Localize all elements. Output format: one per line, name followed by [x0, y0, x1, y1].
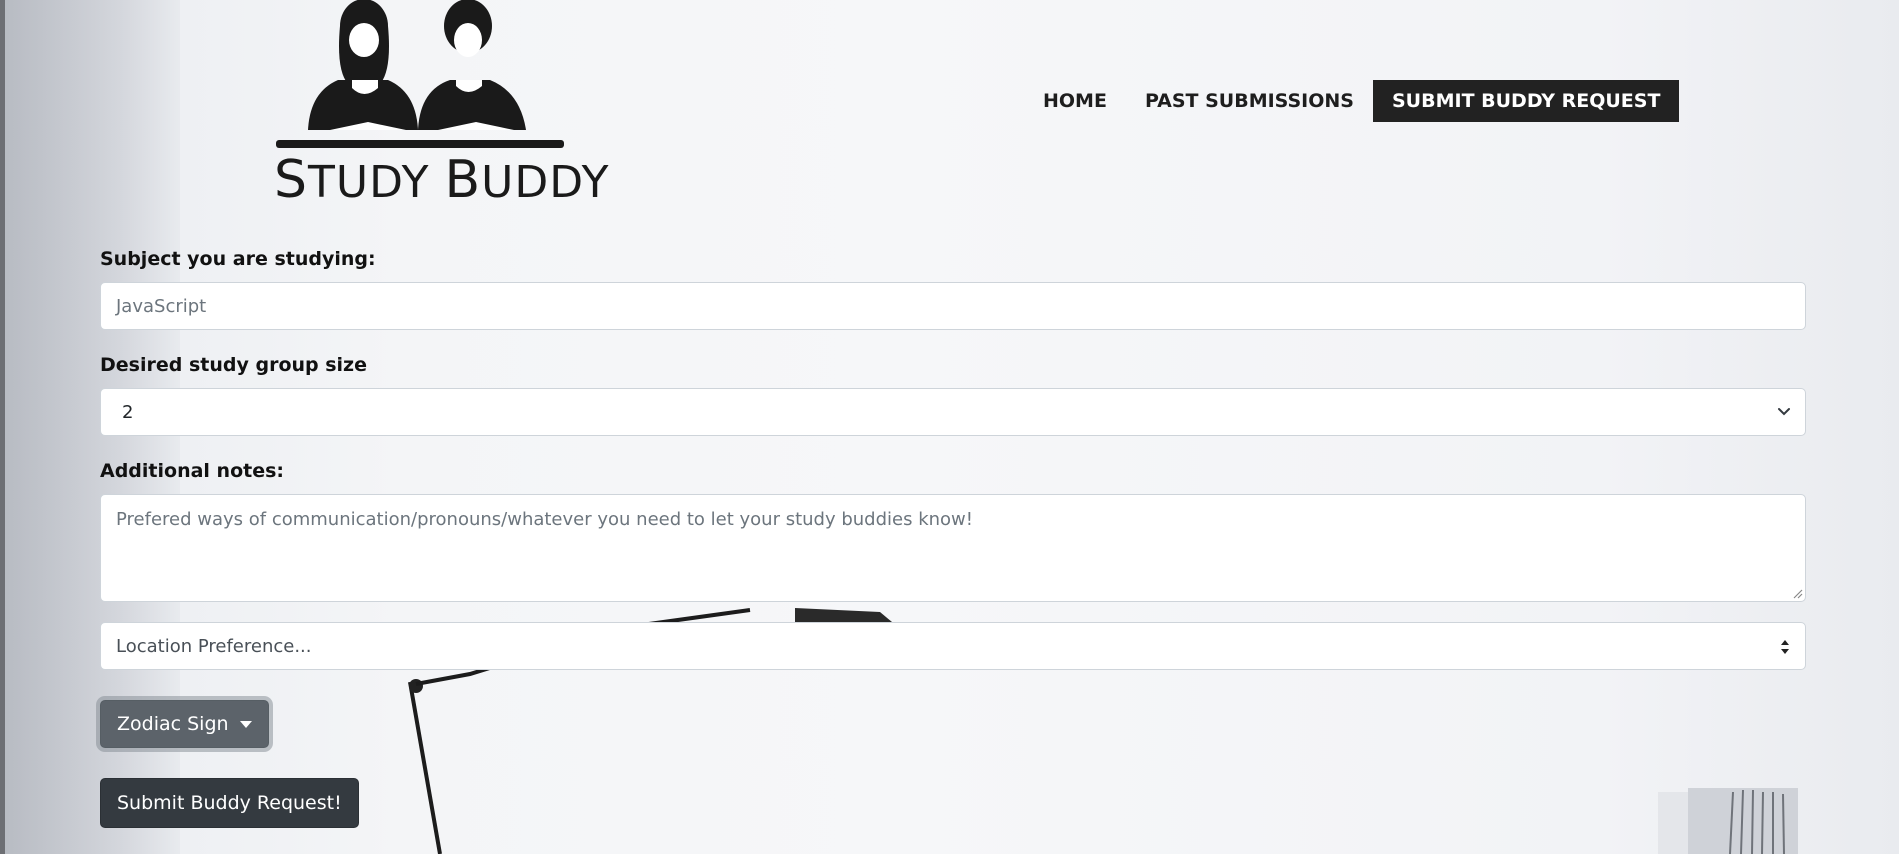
notes-textarea[interactable]: Prefered ways of communication/pronouns/… [100, 494, 1806, 602]
nav-submit-buddy-request-link[interactable]: SUBMIT BUDDY REQUEST [1373, 80, 1680, 122]
location-preference-value: Location Preference... [116, 635, 312, 657]
logo-word-study: TUDY [308, 157, 445, 208]
logo-letter-b: B [444, 150, 482, 210]
logo-wordmark: STUDY BUDDY [274, 150, 610, 210]
students-reading-icon [276, 0, 564, 148]
resize-handle-icon[interactable] [1791, 587, 1803, 599]
notes-label: Additional notes: [100, 460, 284, 482]
study-buddy-logo[interactable]: STUDY BUDDY [268, 0, 609, 210]
submit-buddy-request-button[interactable]: Submit Buddy Request! [100, 778, 359, 828]
logo-letter-s: S [274, 150, 309, 210]
subject-label: Subject you are studying: [100, 248, 376, 270]
zodiac-dropdown: Zodiac Sign [100, 700, 1806, 748]
caret-down-icon [239, 720, 252, 728]
logo-word-buddy: UDDY [481, 157, 610, 208]
zodiac-sign-label: Zodiac Sign [117, 713, 229, 735]
nav-home-link[interactable]: HOME [1024, 80, 1126, 122]
group-size-select[interactable]: 2 [100, 388, 1806, 436]
subject-input[interactable]: JavaScript [100, 282, 1806, 330]
notes-placeholder: Prefered ways of communication/pronouns/… [116, 509, 973, 530]
group-size-label: Desired study group size [100, 354, 368, 376]
chevron-down-icon [1778, 408, 1790, 416]
nav-past-submissions-link[interactable]: PAST SUBMISSIONS [1126, 80, 1373, 122]
submit-row: Submit Buddy Request! [100, 778, 1806, 828]
group-size-value: 2 [122, 401, 134, 423]
top-navigation: HOME PAST SUBMISSIONS SUBMIT BUDDY REQUE… [1024, 80, 1680, 122]
location-preference-select[interactable]: Location Preference... [100, 622, 1806, 670]
buddy-request-form: Subject you are studying: JavaScript Des… [100, 248, 1806, 828]
select-arrows-icon [1781, 640, 1789, 654]
subject-input-placeholder: JavaScript [116, 295, 207, 317]
zodiac-sign-dropdown-button[interactable]: Zodiac Sign [100, 700, 269, 748]
